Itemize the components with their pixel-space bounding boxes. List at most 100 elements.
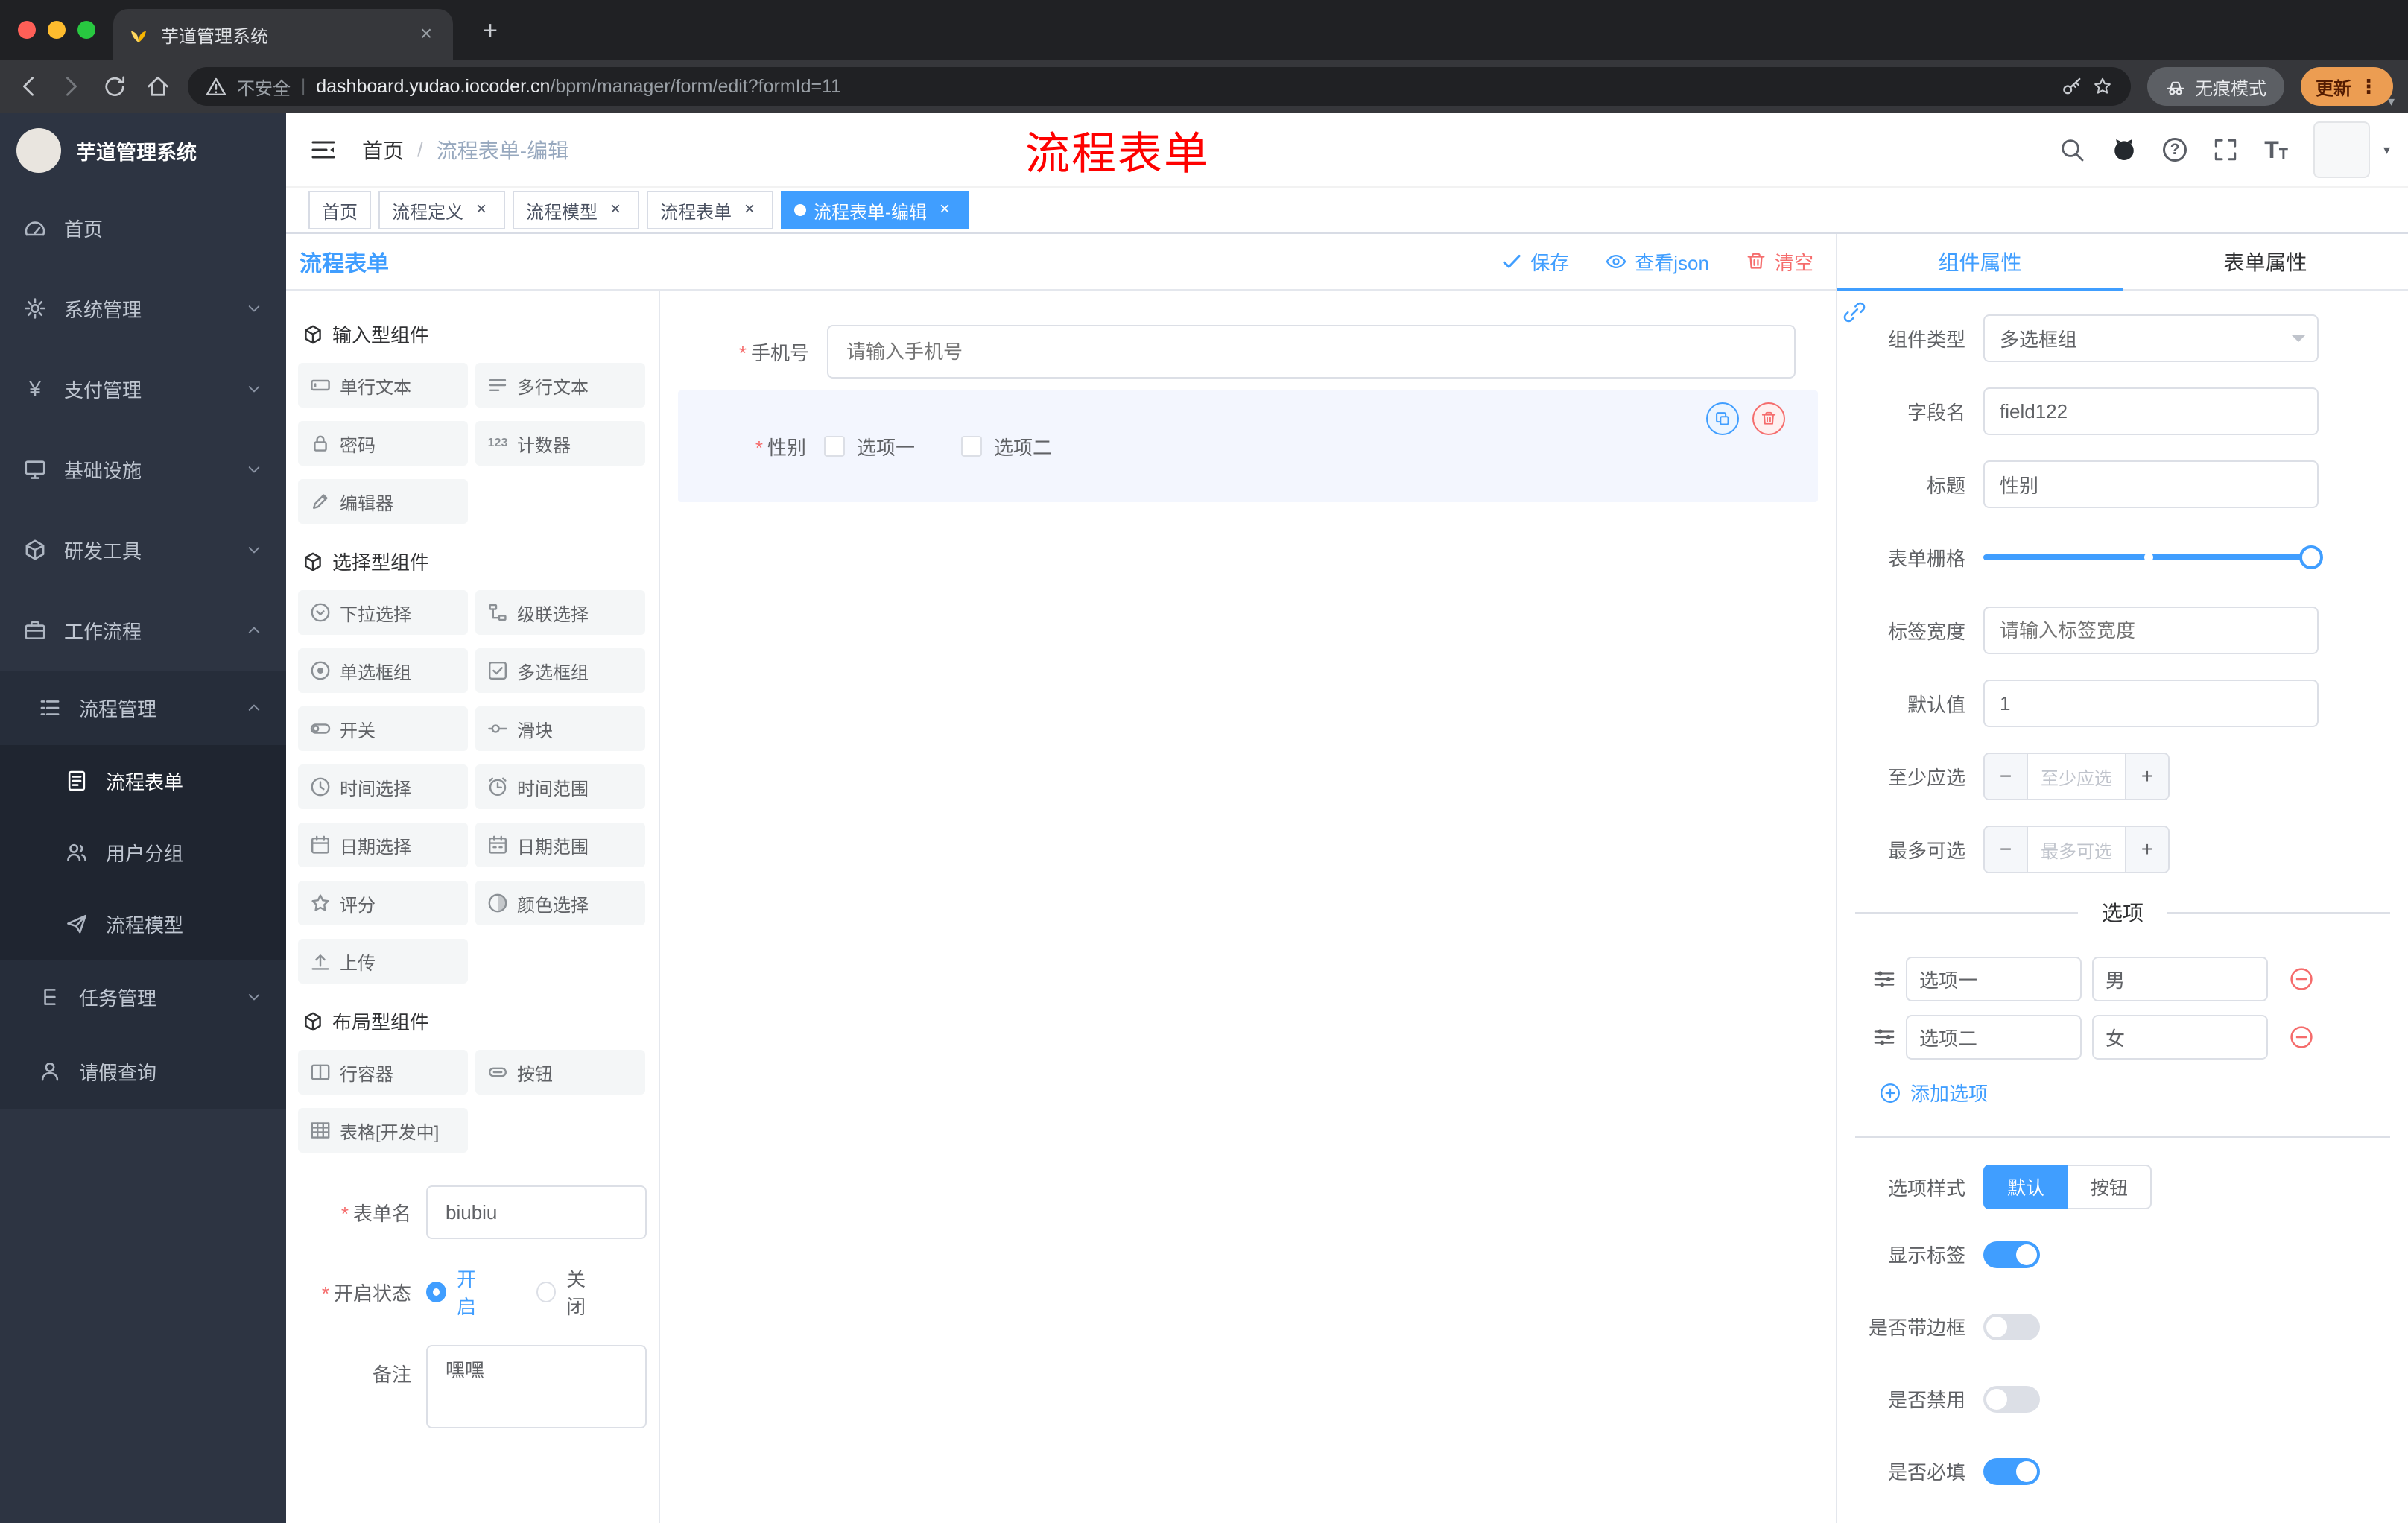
drag-handle-icon[interactable]	[1873, 1026, 1895, 1048]
save-button[interactable]: 保存	[1501, 248, 1569, 276]
delete-component-button[interactable]	[1752, 402, 1785, 435]
selected-component-gender[interactable]: 性别 选项一 选项二	[678, 390, 1818, 502]
stepper-increase-button[interactable]: +	[2125, 827, 2168, 872]
sidebar-item-workflow[interactable]: 工作流程	[0, 590, 286, 671]
tag-close-icon[interactable]: ×	[605, 200, 626, 221]
palette-item-color-picker[interactable]: 颜色选择	[475, 881, 645, 925]
stepper-decrease-button[interactable]: −	[1985, 827, 2028, 872]
sidebar-item-process-model[interactable]: 流程模型	[0, 888, 286, 960]
remove-option-icon[interactable]	[2289, 1025, 2314, 1050]
stepper-decrease-button[interactable]: −	[1985, 754, 2028, 799]
palette-item-date-range[interactable]: 日期范围	[475, 823, 645, 867]
palette-item-upload[interactable]: 上传	[298, 939, 468, 984]
radio-status-on[interactable]: 开启	[426, 1264, 492, 1320]
maximize-window-button[interactable]	[77, 21, 95, 39]
user-avatar[interactable]	[2313, 121, 2370, 178]
grid-slider[interactable]	[1983, 533, 2323, 581]
tab-form-props[interactable]: 表单属性	[2123, 234, 2408, 289]
browser-update-button[interactable]: 更新 ⋮	[2301, 67, 2393, 106]
home-icon[interactable]	[145, 73, 171, 100]
palette-item-slider[interactable]: 滑块	[475, 706, 645, 751]
form-remark-textarea[interactable]: 嘿嘿	[426, 1345, 647, 1428]
sidebar-item-task-mgmt[interactable]: 任务管理	[0, 960, 286, 1034]
title-input[interactable]	[1983, 460, 2319, 508]
sidebar-item-system[interactable]: 系统管理	[0, 268, 286, 349]
password-key-icon[interactable]	[2061, 76, 2082, 97]
palette-item-row-container[interactable]: 行容器	[298, 1050, 468, 1095]
sidebar-item-user-group[interactable]: 用户分组	[0, 817, 286, 888]
stepper-value[interactable]: 最多可选	[2028, 827, 2125, 872]
tag-process-form-edit[interactable]: 流程表单-编辑 ×	[781, 191, 969, 229]
sidebar-item-devtools[interactable]: 研发工具	[0, 510, 286, 590]
palette-item-single-line-text[interactable]: 单行文本	[298, 363, 468, 408]
minimize-window-button[interactable]	[48, 21, 66, 39]
sidebar-item-infrastructure[interactable]: 基础设施	[0, 429, 286, 510]
default-value-input[interactable]	[1983, 680, 2319, 727]
slider-handle[interactable]	[2299, 545, 2323, 569]
phone-field-row[interactable]: 手机号	[660, 325, 1796, 379]
palette-item-date-picker[interactable]: 日期选择	[298, 823, 468, 867]
style-button-button[interactable]: 按钮	[2068, 1165, 2152, 1209]
stepper-increase-button[interactable]: +	[2125, 754, 2168, 799]
palette-item-rate[interactable]: 评分	[298, 881, 468, 925]
palette-item-counter[interactable]: 123 计数器	[475, 421, 645, 466]
browser-menu-icon[interactable]: ⋮	[2359, 75, 2378, 98]
toolbar-caret-icon[interactable]: ▾	[2388, 94, 2395, 110]
palette-item-radio-group[interactable]: 单选框组	[298, 648, 468, 693]
palette-item-time-range[interactable]: 时间范围	[475, 764, 645, 809]
add-option-button[interactable]: 添加选项	[1879, 1079, 2408, 1106]
label-width-input[interactable]	[1983, 607, 2319, 654]
palette-item-password[interactable]: 密码	[298, 421, 468, 466]
sidebar-item-process-mgmt[interactable]: 流程管理	[0, 671, 286, 745]
option-label-input[interactable]	[1906, 1015, 2082, 1060]
hamburger-icon[interactable]	[308, 135, 338, 165]
copy-component-button[interactable]	[1706, 402, 1739, 435]
palette-item-table[interactable]: 表格[开发中]	[298, 1108, 468, 1153]
tag-process-definition[interactable]: 流程定义 ×	[378, 191, 505, 229]
border-toggle[interactable]	[1983, 1313, 2040, 1340]
bookmark-star-icon[interactable]	[2092, 76, 2113, 97]
help-icon[interactable]: ?	[2163, 138, 2187, 162]
breadcrumb-home[interactable]: 首页	[362, 135, 404, 165]
checkbox-box[interactable]	[824, 436, 845, 457]
disabled-toggle[interactable]	[1983, 1385, 2040, 1413]
search-icon[interactable]	[2059, 136, 2085, 163]
option-label-input[interactable]	[1906, 957, 2082, 1001]
sidebar-item-home[interactable]: 首页	[0, 188, 286, 268]
component-type-select[interactable]: 多选框组	[1983, 314, 2319, 362]
form-canvas[interactable]: 手机号 性别 选项一 选项二	[660, 291, 1836, 1523]
palette-item-multi-line-text[interactable]: 多行文本	[475, 363, 645, 408]
tag-process-form[interactable]: 流程表单 ×	[647, 191, 773, 229]
browser-tab[interactable]: 芋道管理系统 ×	[113, 9, 453, 60]
fullscreen-icon[interactable]	[2212, 136, 2239, 163]
drag-handle-icon[interactable]	[1873, 968, 1895, 990]
address-bar[interactable]: 不安全 | dashboard.yudao.iocoder.cn/bpm/man…	[188, 67, 2131, 106]
tag-close-icon[interactable]: ×	[934, 200, 955, 221]
palette-item-switch[interactable]: 开关	[298, 706, 468, 751]
remove-option-icon[interactable]	[2289, 966, 2314, 992]
required-toggle[interactable]	[1983, 1457, 2040, 1485]
tag-close-icon[interactable]: ×	[739, 200, 760, 221]
palette-item-button[interactable]: 按钮	[475, 1050, 645, 1095]
tab-component-props[interactable]: 组件属性	[1837, 234, 2123, 291]
sidebar-item-payment[interactable]: ¥ 支付管理	[0, 349, 286, 429]
tag-close-icon[interactable]: ×	[471, 200, 492, 221]
palette-item-checkbox-group[interactable]: 多选框组	[475, 648, 645, 693]
font-size-icon[interactable]: TT	[2264, 138, 2288, 162]
palette-item-editor[interactable]: 编辑器	[298, 479, 468, 524]
view-json-button[interactable]: 查看json	[1605, 248, 1709, 276]
palette-item-select[interactable]: 下拉选择	[298, 590, 468, 635]
radio-status-off[interactable]: 关闭	[536, 1264, 602, 1320]
new-tab-button[interactable]: +	[474, 15, 507, 48]
style-default-button[interactable]: 默认	[1983, 1165, 2069, 1209]
tag-process-model[interactable]: 流程模型 ×	[513, 191, 639, 229]
tag-home[interactable]: 首页	[308, 191, 371, 229]
option-value-input[interactable]	[2092, 1015, 2268, 1060]
palette-item-time-picker[interactable]: 时间选择	[298, 764, 468, 809]
checkbox-box[interactable]	[961, 436, 983, 457]
reload-icon[interactable]	[101, 73, 128, 100]
tab-close-icon[interactable]: ×	[414, 22, 438, 46]
field-name-input[interactable]	[1983, 387, 2319, 435]
phone-field-input[interactable]	[827, 325, 1796, 379]
gender-option-2[interactable]: 选项二	[961, 433, 1052, 460]
